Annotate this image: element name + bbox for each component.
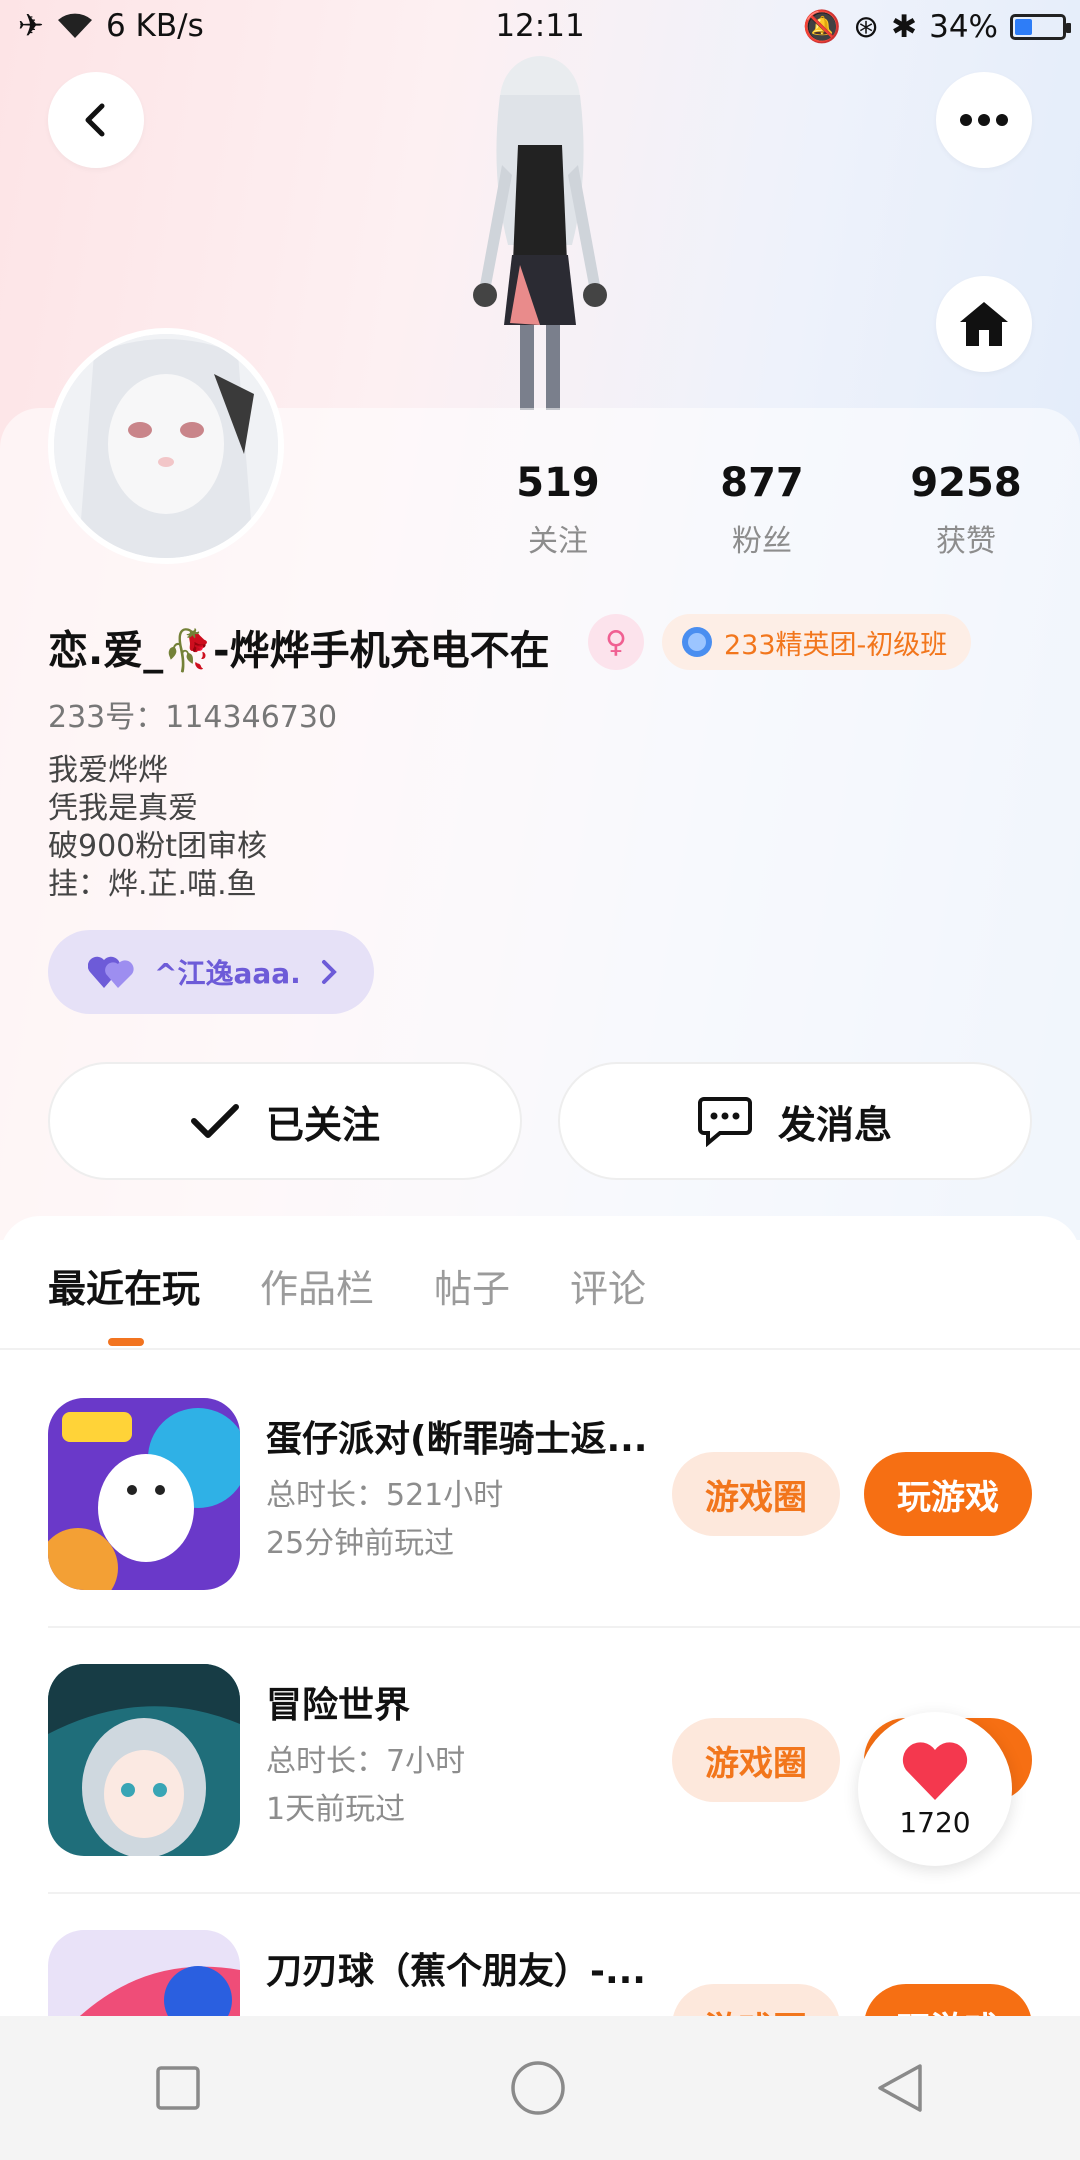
battery-icon [1010,13,1071,40]
tab-recently-played[interactable]: 最近在玩 [48,1258,200,1313]
more-dots-icon [960,114,1008,126]
followed-button[interactable]: 已关注 [48,1062,522,1180]
play-game-button[interactable]: 玩游戏 [864,1984,1032,2016]
stat-label: 粉丝 [732,524,792,559]
game-title: 蛋仔派对(断罪骑士返... [266,1419,648,1460]
tab-works[interactable]: 作品栏 [260,1258,374,1313]
list-item[interactable]: 蛋仔派对(断罪骑士返... 总时长：521小时 25分钟前玩过 游戏圈 玩游戏 [48,1398,1048,1590]
list-item[interactable]: 刀刃球（蕉个朋友）-... 游戏圈 玩游戏 [48,1930,1048,2016]
tab-comments[interactable]: 评论 [570,1258,646,1313]
user-name: 恋.爱_🥀-烨烨手机充电不在 [48,628,550,674]
home-button[interactable] [936,276,1032,372]
recent-apps-icon[interactable] [155,2065,201,2111]
stat-label: 获赞 [936,524,996,559]
game-title: 冒险世界 [266,1685,411,1726]
avatar[interactable] [48,328,284,564]
bio-line: 破900粉t团审核 [48,829,268,864]
user-id: 233号：114346730 [48,700,338,735]
tab-posts[interactable]: 帖子 [434,1258,510,1313]
bio-line: 凭我是真爱 [48,791,198,826]
team-badge-label: 233精英团-初级班 [724,629,948,661]
game-last-played: 1天前玩过 [266,1792,406,1827]
lock-rotation-icon: ⊛ [853,8,880,45]
system-nav-bar [0,2016,1080,2160]
battery-percent: 34% [929,8,998,45]
tabs-divider [0,1348,1080,1350]
back-button[interactable] [48,72,144,168]
medal-icon [682,627,712,657]
profile-tabs: 最近在玩 作品栏 帖子 评论 [48,1258,706,1313]
bio-line: 挂：烨.芷.喵.鱼 [48,867,257,902]
game-icon-blade-ball [48,1930,240,2016]
mute-icon: 🔕 [802,9,842,45]
bluetooth-icon: ✱ [891,8,918,45]
stat-likes[interactable]: 9258 获赞 [886,460,1046,560]
game-circle-button[interactable]: 游戏圈 [672,1984,840,2016]
double-heart-icon [88,956,134,988]
status-bar: ✈ 6 KB/s 12:11 🔕 ⊛ ✱ 34% [0,0,1080,56]
game-circle-button[interactable]: 游戏圈 [672,1718,840,1802]
send-message-button[interactable]: 发消息 [558,1062,1032,1180]
check-icon [190,1104,239,1138]
game-last-played: 25分钟前玩过 [266,1526,455,1561]
female-gender-icon: ♀ [588,614,644,670]
game-icon-adventure-world [48,1664,240,1856]
bio: 我爱烨烨 凭我是真爱 破900粉t团审核 挂：烨.芷.喵.鱼 [48,752,267,904]
stat-following[interactable]: 519 关注 [478,460,638,560]
send-message-label: 发消息 [777,1102,892,1147]
character-figure [473,56,607,410]
team-badge[interactable]: 233精英团-初级班 [662,614,972,670]
avatar-image [54,334,278,558]
content-sheet [0,1216,1080,2016]
stat-number: 519 [516,460,600,506]
more-button[interactable] [936,72,1032,168]
play-game-button[interactable]: 玩游戏 [864,1452,1032,1536]
back-triangle-icon[interactable] [875,2062,925,2114]
home-icon [960,302,1008,346]
bio-line: 我爱烨烨 [48,753,168,788]
stat-number: 9258 [910,460,1022,506]
chevron-right-icon [321,960,337,984]
cp-partner-name: ^江逸aaa. [154,957,301,990]
active-tab-indicator [108,1338,144,1346]
stat-number: 877 [720,460,804,506]
game-title: 刀刃球（蕉个朋友）-... [266,1951,646,1992]
stat-fans[interactable]: 877 粉丝 [682,460,842,560]
followed-label: 已关注 [265,1102,380,1147]
game-duration: 总时长：7小时 [266,1744,466,1779]
heart-icon [902,1741,968,1800]
game-icon-eggy-party [48,1398,240,1590]
list-divider [48,1892,1080,1894]
list-divider [48,1626,1080,1628]
game-circle-button[interactable]: 游戏圈 [672,1452,840,1536]
home-circle-icon[interactable] [510,2060,566,2116]
like-button[interactable]: 1720 [858,1712,1012,1866]
game-duration: 总时长：521小时 [266,1478,504,1513]
chevron-left-icon [85,103,105,137]
cp-partner-chip[interactable]: ^江逸aaa. [48,930,374,1014]
stat-label: 关注 [528,524,588,559]
like-count: 1720 [899,1805,971,1839]
chat-bubble-icon [697,1097,752,1147]
